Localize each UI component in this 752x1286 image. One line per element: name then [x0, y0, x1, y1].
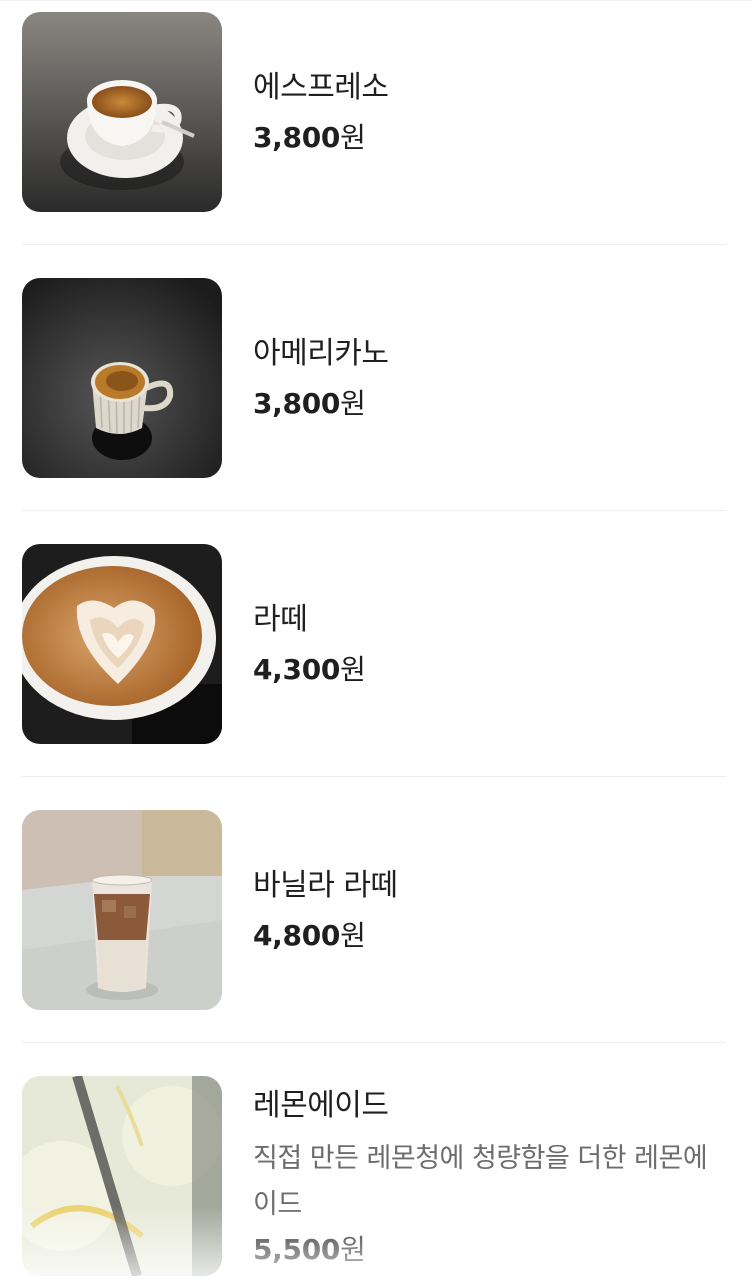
item-name: 아메리카노 — [253, 336, 389, 371]
price-value: 3,800 — [253, 387, 341, 420]
latte-photo — [22, 544, 222, 744]
menu-item-latte[interactable]: 라떼 4,300원 — [22, 544, 726, 744]
espresso-info: 에스프레소 3,800원 — [253, 68, 723, 158]
latte-info: 라떼 4,300원 — [253, 600, 723, 690]
price-value: 5,500 — [253, 1233, 341, 1266]
lemonade-image — [22, 1076, 222, 1276]
item-price: 3,800원 — [253, 384, 723, 424]
item-price: 3,800원 — [253, 118, 723, 158]
vanilla-latte-photo — [22, 810, 222, 1010]
espresso-image — [22, 12, 222, 212]
americano-info: 아메리카노 3,800원 — [253, 334, 723, 424]
top-border — [0, 0, 752, 1]
price-unit: 원 — [340, 121, 366, 154]
divider — [22, 510, 726, 511]
vanilla-latte-info: 바닐라 라떼 4,800원 — [253, 866, 723, 956]
item-description-line: 이드 — [253, 1189, 302, 1220]
item-name: 에스프레소 — [253, 70, 389, 105]
price-value: 3,800 — [253, 121, 341, 154]
price-value: 4,800 — [253, 919, 341, 952]
lemonade-info: 레몬에이드 직접 만든 레몬청에 청량함을 더한 레몬에 이드 5,500원 — [253, 1086, 723, 1270]
menu-item-lemonade[interactable]: 레몬에이드 직접 만든 레몬청에 청량함을 더한 레몬에 이드 5,500원 — [22, 1076, 726, 1286]
price-unit: 원 — [340, 1233, 366, 1266]
americano-photo — [22, 278, 222, 478]
item-price: 5,500원 — [253, 1230, 723, 1270]
americano-image — [22, 278, 222, 478]
espresso-photo — [22, 12, 222, 212]
divider — [22, 244, 726, 245]
item-name: 레몬에이드 — [253, 1088, 389, 1123]
divider — [22, 1042, 726, 1043]
latte-image — [22, 544, 222, 744]
price-unit: 원 — [340, 387, 366, 420]
vanilla-latte-image — [22, 810, 222, 1010]
item-price: 4,800원 — [253, 916, 723, 956]
item-description: 직접 만든 레몬청에 청량함을 더한 레몬에 이드 — [253, 1136, 723, 1228]
divider — [22, 776, 726, 777]
price-unit: 원 — [340, 653, 366, 686]
price-unit: 원 — [340, 919, 366, 952]
menu-item-americano[interactable]: 아메리카노 3,800원 — [22, 278, 726, 478]
item-name: 라떼 — [253, 602, 308, 637]
lemonade-photo — [22, 1076, 222, 1276]
item-description-line: 직접 만든 레몬청에 청량함을 더한 레몬에 — [253, 1143, 708, 1174]
price-value: 4,300 — [253, 653, 341, 686]
item-name: 바닐라 라떼 — [253, 868, 398, 903]
menu-item-espresso[interactable]: 에스프레소 3,800원 — [22, 12, 726, 212]
menu-item-vanilla-latte[interactable]: 바닐라 라떼 4,800원 — [22, 810, 726, 1010]
item-price: 4,300원 — [253, 650, 723, 690]
